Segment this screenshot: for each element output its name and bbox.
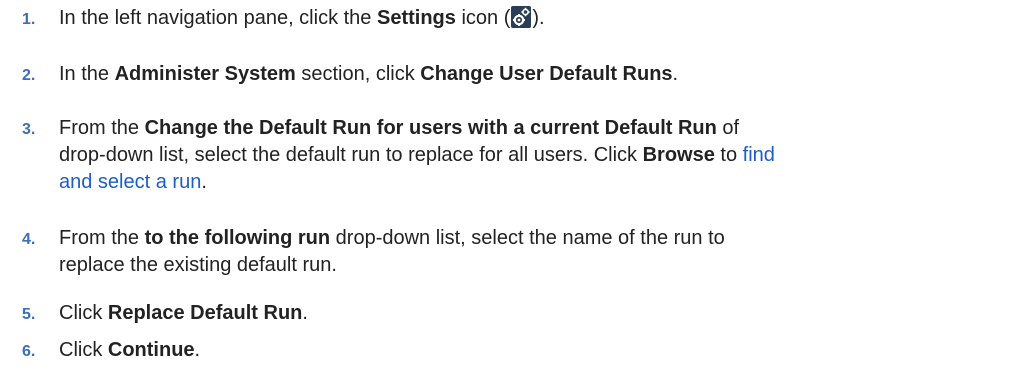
step-line: drop-down list, select the default run t… [59, 144, 775, 166]
ui-term-continue: Continue [107, 339, 195, 361]
step-number: 4. [22, 231, 36, 248]
step-text: In the Administer System section, click … [59, 63, 679, 85]
procedure-steps: 1. In the left navigation pane, click th… [0, 0, 1018, 374]
ui-term-administer-system: Administer System [114, 63, 296, 85]
ui-term-browse: Browse [642, 144, 715, 166]
find-and-select-run-link-cont[interactable]: and select a run [59, 171, 201, 193]
ui-term-to-the-following-run: to the following run [144, 227, 331, 249]
step-line: and select a run. [59, 171, 207, 193]
step-number: 1. [22, 11, 36, 28]
step-line: From the Change the Default Run for user… [59, 117, 740, 139]
step-number: 2. [22, 67, 36, 84]
ui-term-change-user-default-runs: Change User Default Runs [420, 63, 673, 85]
step-text: From the to the following run drop-down … [59, 225, 1006, 279]
step-number: 3. [22, 121, 36, 138]
step-text: Click Replace Default Run. [59, 302, 308, 324]
step-text: From the Change the Default Run for user… [59, 115, 1006, 196]
ui-term-replace-default-run: Replace Default Run [107, 302, 303, 324]
step-text: In the left navigation pane, click the S… [59, 6, 545, 29]
step-number: 5. [22, 306, 36, 323]
ui-term-change-default-run-dropdown: Change the Default Run for users with a … [144, 117, 717, 139]
step-number: 6. [22, 343, 36, 360]
find-and-select-run-link[interactable]: find [743, 144, 775, 166]
step-line: replace the existing default run. [59, 254, 337, 276]
settings-gears-icon [511, 6, 532, 28]
step-text: Click Continue. [59, 339, 201, 361]
step-line: From the to the following run drop-down … [59, 227, 725, 249]
ui-term-settings: Settings [376, 7, 456, 29]
